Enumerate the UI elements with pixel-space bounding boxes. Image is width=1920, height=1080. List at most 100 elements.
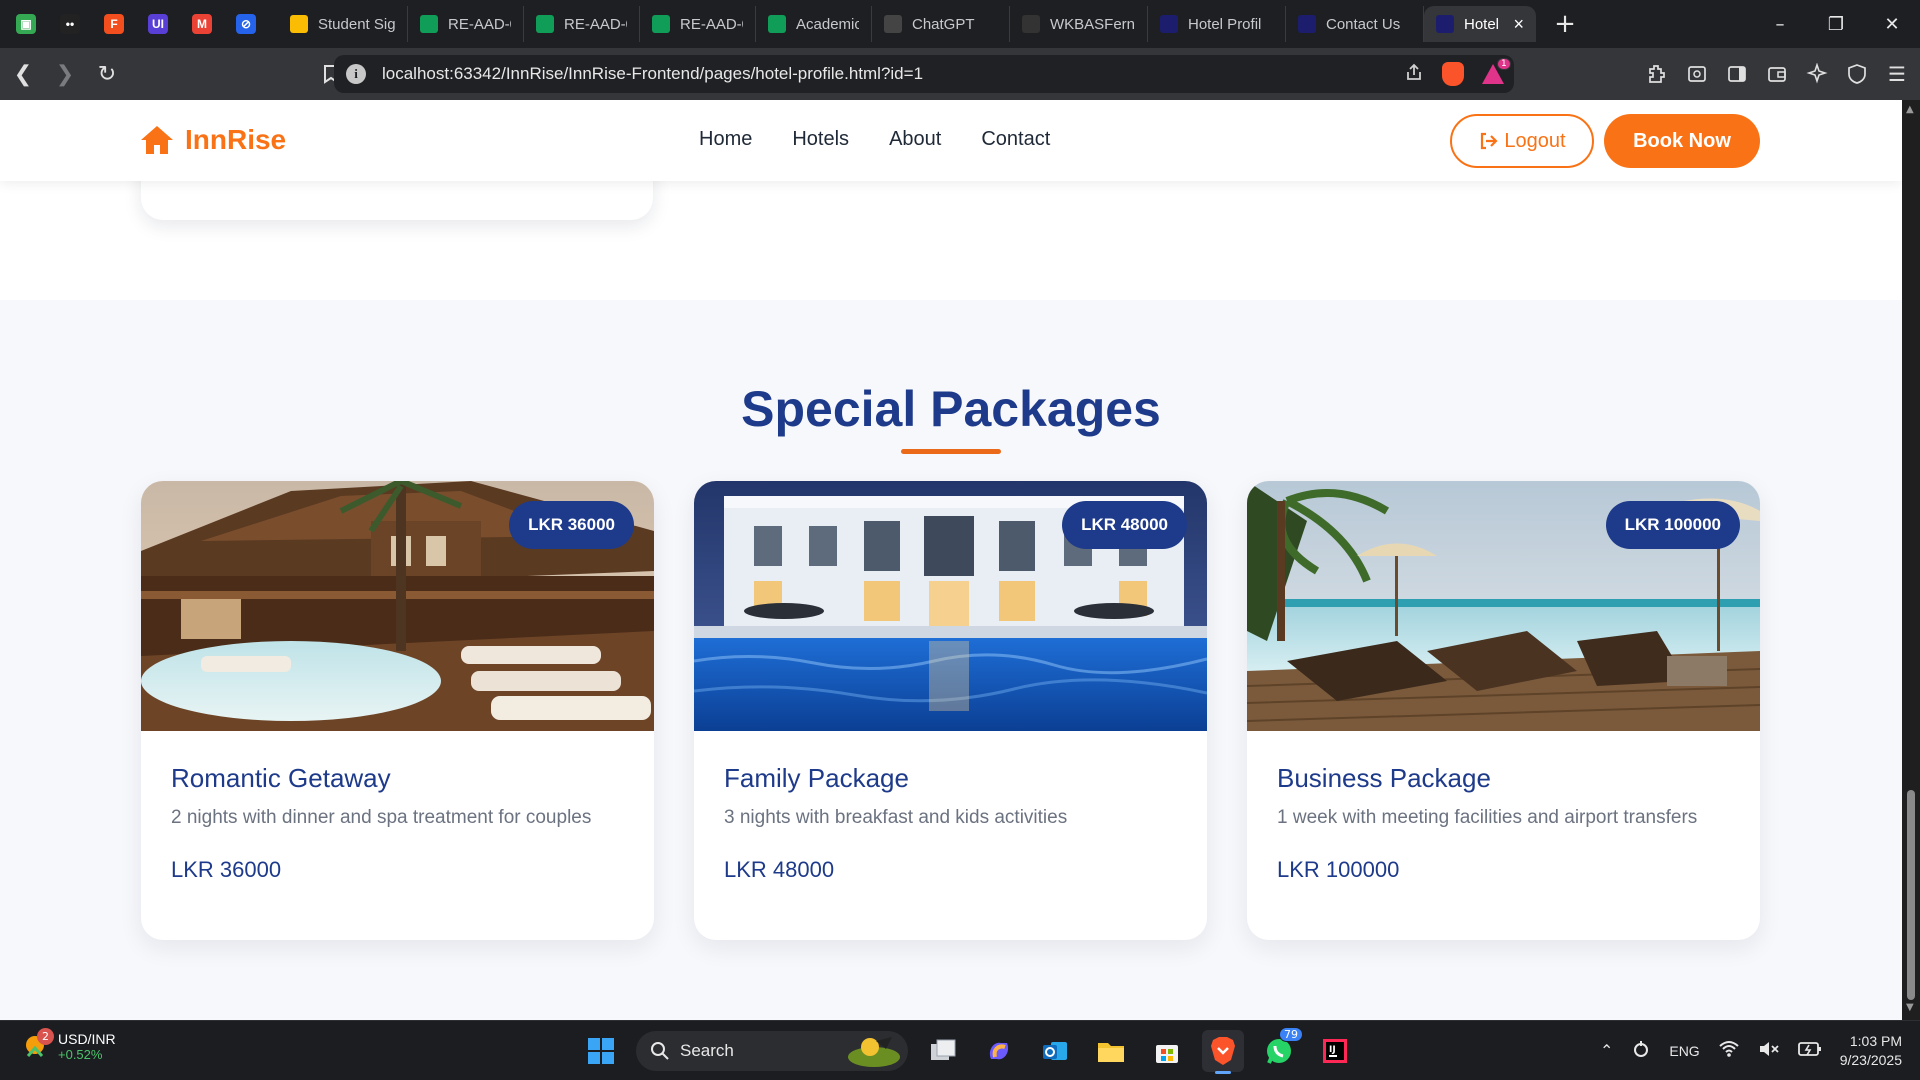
- window-controls: – ❐ ✕: [1752, 0, 1920, 48]
- nav-hotels[interactable]: Hotels: [792, 128, 849, 151]
- price-badge: LKR 48000: [1062, 501, 1187, 549]
- copilot-icon[interactable]: [978, 1030, 1020, 1072]
- browser-tab[interactable]: Hotel Profil: [1148, 6, 1286, 42]
- tab-label: Hotel F: [1464, 15, 1500, 33]
- brave-shields-icon[interactable]: [1442, 62, 1464, 86]
- logout-label: Logout: [1504, 129, 1566, 152]
- home-icon: [141, 126, 173, 154]
- vpn-icon[interactable]: [1844, 61, 1870, 87]
- restore-button[interactable]: ❐: [1808, 0, 1864, 48]
- sheets-icon: [768, 15, 786, 33]
- browser-tab[interactable]: Contact Us: [1286, 6, 1424, 42]
- package-title: Business Package: [1277, 763, 1491, 793]
- onedrive-icon[interactable]: [1631, 1039, 1651, 1064]
- widget-title: USD/INR: [58, 1031, 116, 1047]
- start-icon[interactable]: [580, 1030, 622, 1072]
- battery-icon[interactable]: [1797, 1041, 1822, 1062]
- sidebar-icon[interactable]: [1724, 61, 1750, 87]
- forward-button[interactable]: ❯: [46, 55, 84, 93]
- ai-pinned-tab[interactable]: ••: [52, 7, 88, 41]
- browser-tab[interactable]: Academic F: [756, 6, 872, 42]
- url-text[interactable]: localhost:63342/InnRise/InnRise-Frontend…: [382, 64, 923, 84]
- ui-pinned-tab[interactable]: UI: [140, 7, 176, 41]
- section-title: Special Packages: [741, 381, 1161, 437]
- chatgpt-icon: [884, 15, 902, 33]
- close-tab-icon[interactable]: ×: [1513, 14, 1524, 35]
- browser-tab[interactable]: RE-AAD-04: [640, 6, 756, 42]
- close-window-button[interactable]: ✕: [1864, 0, 1920, 48]
- browser-tab[interactable]: ChatGPT: [872, 6, 1010, 42]
- menu-icon[interactable]: ☰: [1884, 61, 1910, 87]
- whatsapp-icon[interactable]: 79: [1258, 1027, 1303, 1072]
- scroll-up-icon[interactable]: ▲: [1906, 104, 1914, 115]
- package-price: LKR 36000: [171, 857, 282, 882]
- language-indicator[interactable]: ENG: [1669, 1043, 1699, 1059]
- volume-muted-icon[interactable]: [1758, 1040, 1780, 1063]
- minimize-button[interactable]: –: [1752, 0, 1808, 48]
- browser-tab[interactable]: WKBASFern: [1010, 6, 1148, 42]
- browser-tab[interactable]: Hotel F ×: [1424, 6, 1536, 42]
- brave-browser-icon[interactable]: [1202, 1030, 1244, 1074]
- back-button[interactable]: ❮: [4, 55, 42, 93]
- weather-stock-widget[interactable]: 2 USD/INR +0.52%: [22, 1027, 116, 1062]
- package-card-romantic[interactable]: LKR 36000 Romantic Getaway 2 nights with…: [141, 481, 654, 940]
- book-now-button[interactable]: Book Now: [1604, 114, 1760, 168]
- package-description: 1 week with meeting facilities and airpo…: [1277, 807, 1698, 828]
- nav-contact[interactable]: Contact: [981, 128, 1050, 151]
- nav-home[interactable]: Home: [699, 128, 752, 151]
- taskbar-search[interactable]: Search: [636, 1031, 908, 1071]
- nav-about[interactable]: About: [889, 128, 941, 151]
- brave-rewards-icon[interactable]: 1: [1482, 58, 1511, 84]
- address-bar[interactable]: i localhost:63342/InnRise/InnRise-Fronte…: [334, 55, 1514, 93]
- task-view-icon[interactable]: [922, 1030, 964, 1072]
- share-icon[interactable]: [1404, 62, 1424, 86]
- package-image-resort: LKR 36000: [141, 481, 654, 731]
- new-tab-button[interactable]: +: [1550, 9, 1580, 39]
- browser-tab[interactable]: Student Sig: [278, 6, 408, 42]
- site-logo[interactable]: InnRise: [139, 124, 286, 156]
- price-badge: LKR 36000: [509, 501, 634, 549]
- clock[interactable]: 1:03 PM 9/23/2025: [1840, 1032, 1902, 1070]
- browser-tab[interactable]: RE-AAD-04: [524, 6, 640, 42]
- search-icon: [651, 1042, 669, 1060]
- package-title: Romantic Getaway: [171, 763, 391, 793]
- package-title: Family Package: [724, 763, 909, 793]
- leo-ai-icon[interactable]: [1804, 61, 1830, 87]
- reload-button[interactable]: ↻: [88, 55, 126, 93]
- logout-button[interactable]: Logout: [1450, 114, 1594, 168]
- file-explorer-icon[interactable]: [1090, 1030, 1132, 1072]
- wifi-icon[interactable]: [1718, 1040, 1740, 1063]
- package-description: 3 nights with breakfast and kids activit…: [724, 807, 1068, 828]
- wallet-icon[interactable]: [1764, 61, 1790, 87]
- clock-date: 9/23/2025: [1839, 1052, 1902, 1068]
- whatsapp-badge: 79: [1279, 1027, 1303, 1042]
- classroom-pinned-tab[interactable]: ▣: [8, 7, 44, 41]
- link-pinned-tab[interactable]: ⊘: [228, 7, 264, 41]
- package-card-family[interactable]: LKR 48000 Family Package 3 nights with b…: [694, 481, 1207, 940]
- reader-mode-icon[interactable]: [1684, 61, 1710, 87]
- intellij-icon[interactable]: IJ: [1314, 1030, 1356, 1072]
- intellij-icon: [1160, 15, 1178, 33]
- pinned-tabs: ▣ •• F UI M ⊘: [0, 7, 264, 41]
- package-price: LKR 100000: [1277, 857, 1400, 882]
- browser-tab-bar: ▣ •• F UI M ⊘ Student Sig RE-AAD-04 RE-AAD-04 RE…: [0, 0, 1920, 48]
- scroll-thumb[interactable]: [1907, 790, 1915, 1000]
- package-image-pool-hotel: LKR 48000: [694, 481, 1207, 731]
- system-tray: ⌃ ENG 1:03 PM 9/23/2025: [1600, 1031, 1902, 1071]
- page-scrollbar[interactable]: ▲ ▼: [1902, 100, 1920, 1020]
- sheets-icon: [536, 15, 554, 33]
- browser-tab[interactable]: RE-AAD-04: [408, 6, 524, 42]
- figma-pinned-tab[interactable]: F: [96, 7, 132, 41]
- chevron-up-icon[interactable]: ⌃: [1600, 1041, 1613, 1061]
- microsoft-store-icon[interactable]: [1146, 1030, 1188, 1072]
- extensions-icon[interactable]: [1644, 61, 1670, 87]
- site-info-icon[interactable]: i: [346, 64, 366, 84]
- package-card-business[interactable]: LKR 100000 Business Package 1 week with …: [1247, 481, 1760, 940]
- gmail-pinned-tab[interactable]: M: [184, 7, 220, 41]
- drive-icon: [290, 15, 308, 33]
- scroll-down-icon[interactable]: ▼: [1906, 1002, 1914, 1013]
- outlook-icon[interactable]: [1034, 1030, 1076, 1072]
- rewards-badge: 1: [1497, 58, 1511, 70]
- price-badge: LKR 100000: [1605, 501, 1740, 549]
- omnibox-actions: 1: [1404, 55, 1511, 93]
